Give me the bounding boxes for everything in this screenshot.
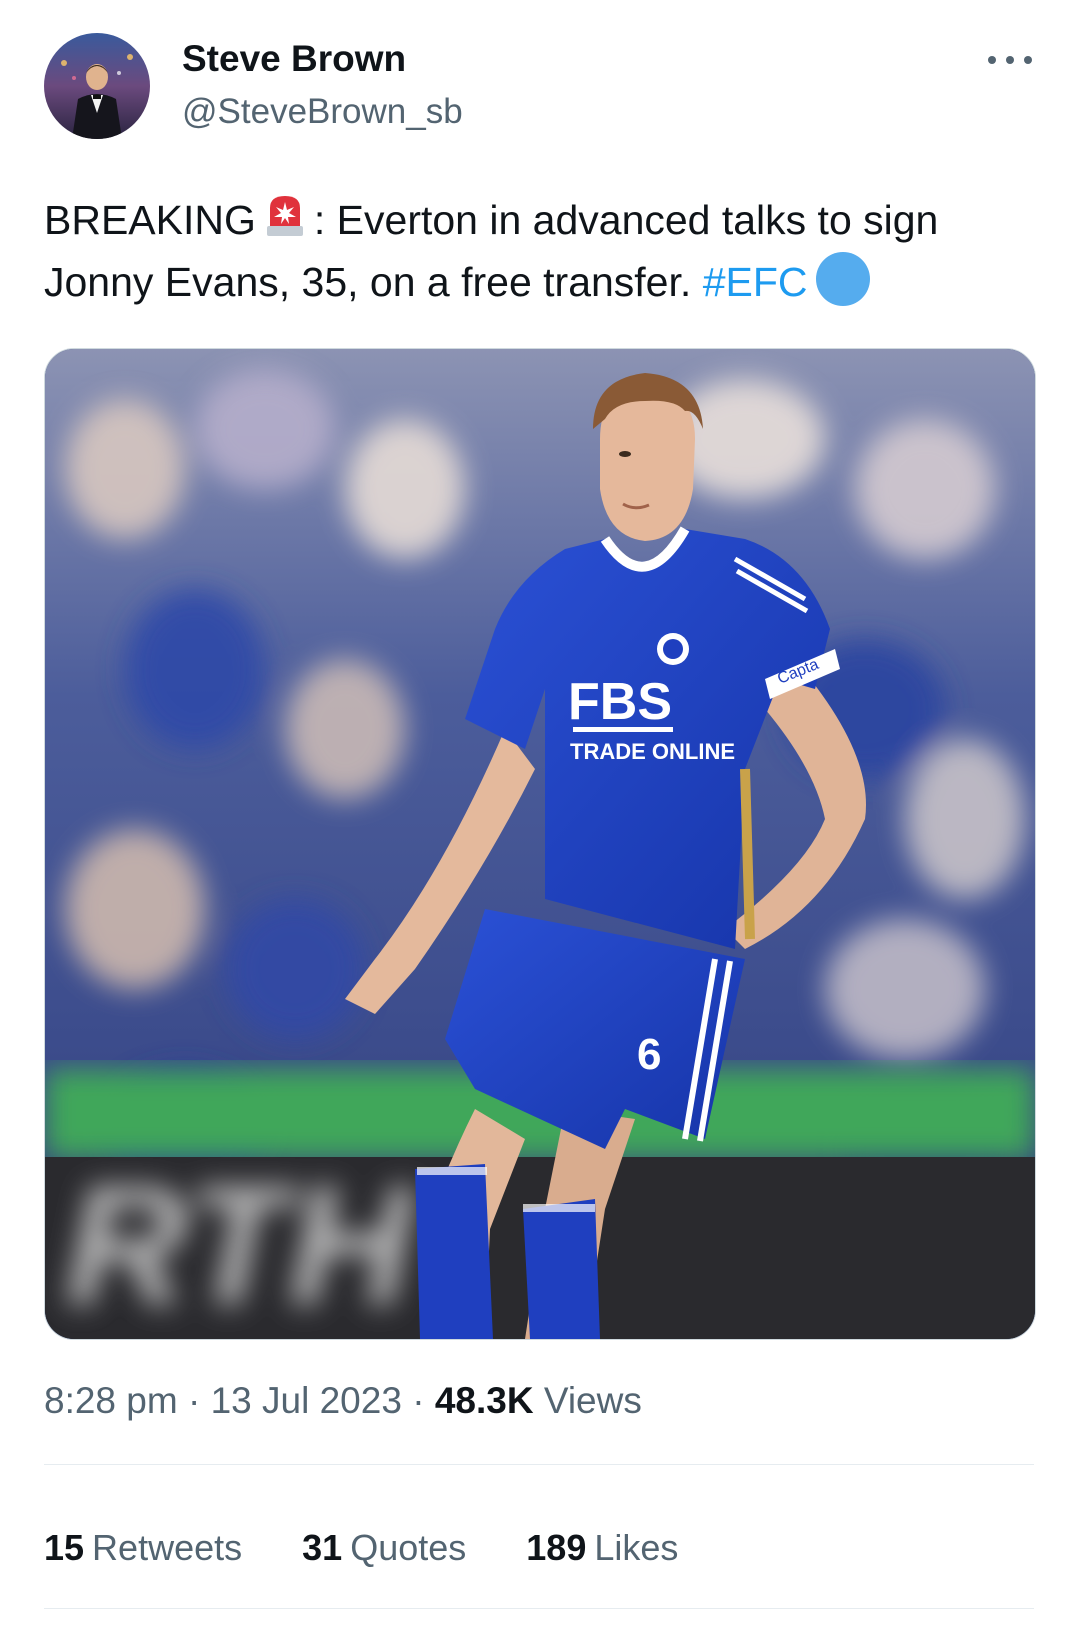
- quotes-label: Quotes: [350, 1527, 467, 1568]
- engagement-stats: 15 Retweets 31 Quotes 189 Likes: [44, 1527, 728, 1569]
- hashtag-link[interactable]: #EFC: [703, 259, 808, 305]
- likes-count: 189: [526, 1527, 587, 1568]
- rotating-light-icon: [258, 188, 312, 242]
- retweets-stat[interactable]: 15 Retweets: [44, 1527, 242, 1569]
- avatar[interactable]: [44, 33, 150, 139]
- tweet-text: BREAKING : Everton in advanced talks to …: [44, 188, 1044, 313]
- tweet-date[interactable]: 13 Jul 2023: [211, 1380, 402, 1421]
- tweet-meta: 8:28 pm · 13 Jul 2023 · 48.3K Views: [44, 1380, 642, 1422]
- shirt-sponsor: FBS: [568, 673, 672, 731]
- views-count: 48.3K: [434, 1380, 534, 1421]
- meta-separator: ·: [187, 1380, 201, 1421]
- quotes-count: 31: [302, 1527, 343, 1568]
- blue-circle-icon: [815, 252, 870, 306]
- shirt-number: 6: [637, 1030, 661, 1079]
- views-label: Views: [543, 1380, 642, 1421]
- shirt-sponsor-sub: TRADE ONLINE: [570, 739, 735, 764]
- tweet-text-breaking: BREAKING: [44, 197, 256, 243]
- retweets-label: Retweets: [92, 1527, 243, 1568]
- divider: [44, 1464, 1034, 1465]
- display-name[interactable]: Steve Brown: [182, 38, 406, 80]
- tweet-card: Steve Brown @SteveBrown_sb BREAKING : Ev…: [0, 0, 1080, 1630]
- retweets-count: 15: [44, 1527, 85, 1568]
- meta-separator: ·: [412, 1380, 425, 1421]
- user-handle[interactable]: @SteveBrown_sb: [182, 92, 463, 132]
- tweet-photo[interactable]: RTH 6 Capta FBS TRADE ONLINE: [44, 348, 1036, 1340]
- tweet-time[interactable]: 8:28 pm: [44, 1380, 178, 1421]
- likes-stat[interactable]: 189 Likes: [526, 1527, 678, 1569]
- more-options-icon[interactable]: [988, 48, 1032, 72]
- board-text: RTH: [65, 1151, 415, 1339]
- likes-label: Likes: [594, 1527, 679, 1568]
- divider: [44, 1608, 1034, 1609]
- quotes-stat[interactable]: 31 Quotes: [302, 1527, 466, 1569]
